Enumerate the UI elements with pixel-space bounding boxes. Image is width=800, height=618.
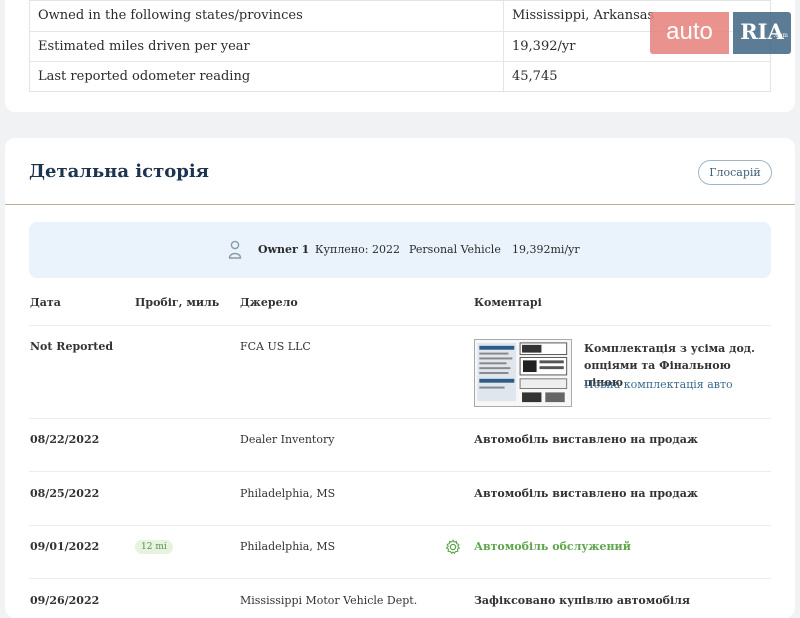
column-mileage: Пробіг, миль — [135, 296, 220, 309]
divider — [5, 204, 795, 205]
summary-label: Owned in the following states/provinces — [30, 1, 504, 31]
column-source: Джерело — [240, 296, 298, 309]
row-source: FCA US LLC — [240, 340, 311, 353]
person-icon — [228, 240, 242, 259]
summary-label: Last reported odometer reading — [30, 62, 504, 91]
row-separator — [29, 471, 771, 472]
column-date: Дата — [30, 296, 61, 309]
section-title: Детальна історія — [29, 161, 209, 182]
glossary-button[interactable]: Глосарій — [698, 160, 772, 185]
row-source: Philadelphia, MS — [240, 540, 336, 553]
row-date: 09/26/2022 — [30, 594, 100, 607]
row-date: Not Reported — [30, 340, 114, 353]
full-equipment-link[interactable]: Повна комплектація авто — [584, 378, 733, 391]
row-comment: Зафіксовано купівлю автомобіля — [474, 594, 691, 607]
gear-icon — [445, 539, 461, 555]
mileage-badge: 12 mi — [135, 540, 173, 554]
owner-type: Personal Vehicle — [409, 243, 501, 256]
row-date: 09/01/2022 — [30, 540, 100, 553]
summary-row: Last reported odometer reading 45,745 — [30, 61, 770, 91]
row-separator — [29, 525, 771, 526]
window-sticker-thumbnail[interactable] — [474, 339, 572, 407]
logo-com: .com — [773, 32, 788, 39]
owner-banner: Owner 1 Куплено: 2022 Personal Vehicle 1… — [29, 222, 771, 278]
logo-auto: auto — [650, 12, 729, 54]
row-date: 08/22/2022 — [30, 433, 100, 446]
history-card: Детальна історія Глосарій Owner 1 Куплен… — [5, 138, 795, 618]
row-comment: Автомобіль виставлено на продаж — [474, 433, 698, 446]
column-comments: Коментарі — [474, 296, 542, 309]
owner-bought: Куплено: 2022 — [315, 243, 400, 256]
row-comment: Автомобіль виставлено на продаж — [474, 487, 698, 500]
owner-miles: 19,392mi/yr — [512, 243, 580, 256]
row-separator — [29, 578, 771, 579]
row-date: 08/25/2022 — [30, 487, 100, 500]
owner-name: Owner 1 — [258, 243, 310, 256]
row-separator — [29, 325, 771, 326]
row-source: Dealer Inventory — [240, 433, 335, 446]
autoria-logo: auto RIA .com — [650, 12, 791, 54]
summary-label: Estimated miles driven per year — [30, 32, 504, 61]
row-source: Philadelphia, MS — [240, 487, 336, 500]
row-comment: Автомобіль обслужений — [474, 540, 631, 553]
summary-value: 45,745 — [512, 69, 558, 84]
row-source: Mississippi Motor Vehicle Dept. — [240, 594, 418, 607]
row-separator — [29, 418, 771, 419]
logo-ria: RIA .com — [733, 12, 791, 54]
